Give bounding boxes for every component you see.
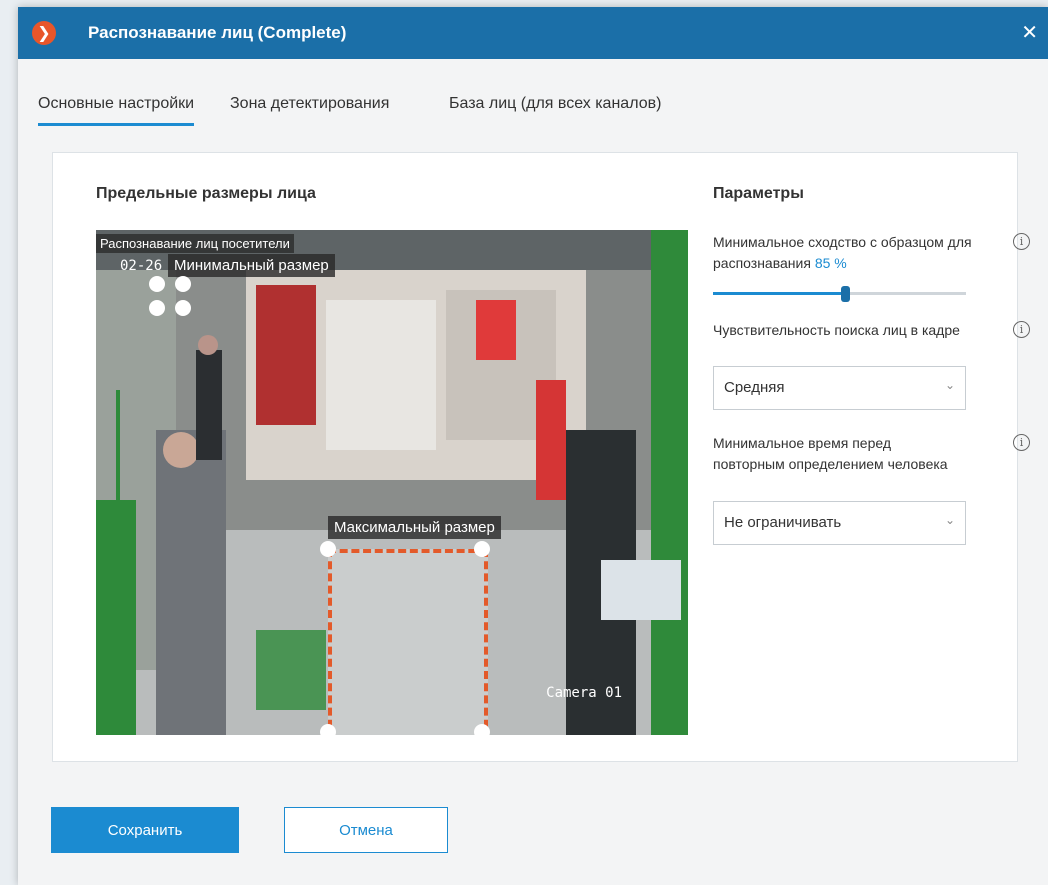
camera-name-overlay: Распознавание лиц посетители	[96, 234, 294, 253]
slider-fill	[713, 292, 845, 295]
tab-detection-zone[interactable]: Зона детектирования	[230, 95, 389, 123]
sensitivity-info-icon[interactable]: i	[1013, 321, 1030, 338]
tab-main-settings[interactable]: Основные настройки	[38, 95, 195, 126]
min-time-selected-value: Не ограничивать	[724, 514, 842, 531]
min-size-handle-top-right[interactable]	[175, 276, 191, 292]
max-size-label: Максимальный размер	[328, 516, 501, 539]
tab-face-database[interactable]: База лиц (для всех каналов)	[449, 95, 661, 123]
min-size-handle-bottom-left[interactable]	[149, 300, 165, 316]
similarity-slider[interactable]	[713, 286, 966, 302]
chevron-down-icon: ⌄	[944, 513, 955, 527]
min-size-label: Минимальный размер	[168, 254, 335, 277]
dialog-window: ❯ Распознавание лиц (Complete) ✕ Основны…	[18, 7, 1048, 885]
window-title: Распознавание лиц (Complete)	[88, 23, 347, 42]
sensitivity-selected-value: Средняя	[724, 379, 785, 396]
max-size-handle-bottom-left[interactable]	[320, 724, 336, 735]
min-size-handle-top-left[interactable]	[149, 276, 165, 292]
close-icon[interactable]: ✕	[1021, 20, 1038, 45]
camera-preview: Распознавание лиц посетители 02-26 Camer…	[96, 230, 688, 735]
chevron-down-icon: ⌄	[944, 378, 955, 392]
min-time-label: Минимальное время перед повторным опреде…	[713, 435, 948, 472]
camera-id-overlay: Camera 01	[546, 685, 622, 701]
save-button[interactable]: Сохранить	[51, 807, 239, 853]
slider-thumb[interactable]	[840, 286, 850, 302]
title-bar: ❯ Распознавание лиц (Complete) ✕	[18, 7, 1048, 59]
face-size-title: Предельные размеры лица	[96, 185, 316, 202]
camera-date-overlay: 02-26	[120, 258, 163, 274]
max-size-handle-bottom-right[interactable]	[474, 724, 490, 735]
min-size-handle-bottom-right[interactable]	[175, 300, 191, 316]
similarity-info-icon[interactable]: i	[1013, 233, 1030, 250]
max-size-handle-top-right[interactable]	[474, 541, 490, 557]
sensitivity-select[interactable]: Средняя ⌄	[713, 366, 966, 410]
app-logo-icon: ❯	[32, 21, 56, 45]
similarity-unit: %	[834, 255, 847, 271]
similarity-value: 85	[814, 255, 831, 271]
cancel-button[interactable]: Отмена	[284, 807, 448, 853]
max-size-frame[interactable]	[328, 549, 488, 735]
max-size-handle-top-left[interactable]	[320, 541, 336, 557]
min-time-info-icon[interactable]: i	[1013, 434, 1030, 451]
params-title: Параметры	[713, 185, 804, 202]
similarity-label: Минимальное сходство с образцом для расп…	[713, 232, 1003, 274]
sensitivity-label: Чувствительность поиска лиц в кадре	[713, 322, 960, 338]
settings-card: Предельные размеры лица Распознавание ли…	[52, 152, 1030, 762]
min-time-select[interactable]: Не ограничивать ⌄	[713, 501, 966, 545]
